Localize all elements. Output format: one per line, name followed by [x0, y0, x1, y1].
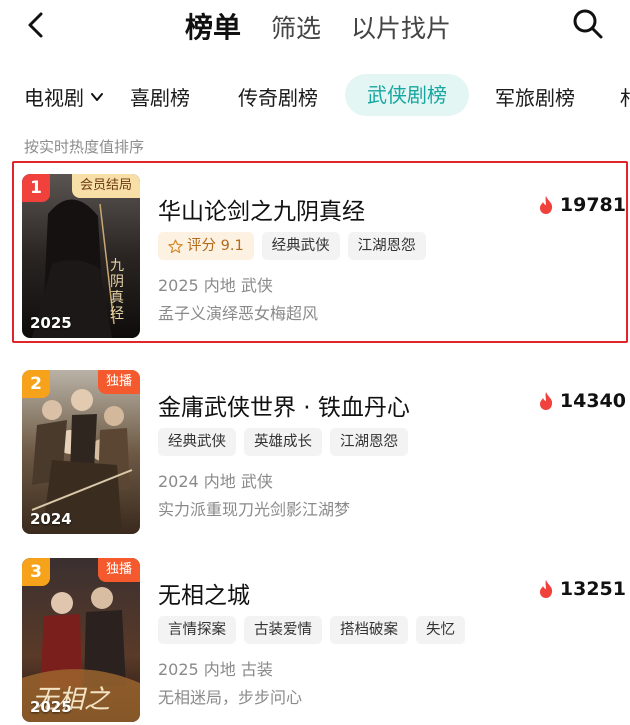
category-bar: 电视剧 喜剧榜 传奇剧榜 武侠剧榜 军旅剧榜 札 — [0, 72, 630, 118]
heat-value: 13251 — [538, 578, 626, 600]
genre-tag[interactable]: 失忆 — [416, 616, 465, 644]
item-meta: 2024 内地 武侠 — [158, 472, 273, 491]
back-button[interactable] — [22, 10, 52, 40]
rank-badge: 2 — [22, 370, 50, 398]
item-description: 实力派重现刀光剑影江湖梦 — [158, 500, 351, 519]
poster-year: 2024 — [30, 510, 72, 528]
category-legend[interactable]: 传奇剧榜 — [238, 82, 318, 111]
item-title[interactable]: 金庸武侠世界 · 铁血丹心 — [158, 388, 410, 422]
poster-year: 2025 — [30, 698, 72, 716]
genre-tag[interactable]: 英雄成长 — [244, 428, 322, 456]
rating-text: 评分 9.1 — [187, 238, 244, 254]
item-description: 孟子义演绎恶女梅超风 — [158, 304, 319, 323]
sort-hint: 按实时热度值排序 — [24, 138, 145, 156]
chevron-down-icon — [91, 92, 103, 101]
heat-value: 14340 — [538, 390, 626, 412]
genre-tag[interactable]: 古装爱情 — [244, 616, 322, 644]
genre-tag[interactable]: 江湖恩怨 — [330, 428, 408, 456]
poster-year: 2025 — [30, 314, 72, 332]
tag-list: 评分 9.1 经典武侠 江湖恩怨 — [158, 232, 434, 260]
chevron-left-icon — [28, 12, 43, 38]
category-dropdown[interactable]: 电视剧 — [24, 82, 104, 111]
poster[interactable]: 2 独播 2024 — [22, 370, 140, 534]
exclusive-badge: 独播 — [97, 370, 140, 394]
top-tabs: 榜单 筛选 以片找片 — [185, 6, 481, 46]
header: 榜单 筛选 以片找片 — [0, 0, 630, 52]
item-title[interactable]: 无相之城 — [158, 576, 250, 610]
item-description: 无相迷局，步步问心 — [158, 688, 303, 707]
category-comedy[interactable]: 喜剧榜 — [130, 82, 190, 111]
tag-list: 经典武侠 英雄成长 江湖恩怨 — [158, 428, 416, 456]
genre-tag[interactable]: 言情探案 — [158, 616, 236, 644]
tag-list: 言情探案 古装爱情 搭档破案 失忆 — [158, 616, 473, 644]
genre-tag[interactable]: 搭档破案 — [330, 616, 408, 644]
poster[interactable]: 九 阴 真 经 1 会员结局 2025 — [22, 174, 140, 338]
item-title[interactable]: 华山论剑之九阴真经 — [158, 192, 365, 226]
category-wuxia[interactable]: 武侠剧榜 — [345, 74, 469, 116]
exclusive-badge: 独播 — [97, 558, 140, 582]
svg-text:九: 九 — [110, 258, 124, 274]
heat-number: 13251 — [559, 578, 626, 600]
svg-text:阴: 阴 — [110, 274, 124, 290]
tab-find-by-film[interactable]: 以片找片 — [351, 9, 451, 45]
heat-value: 19781 — [538, 194, 626, 216]
genre-tag[interactable]: 经典武侠 — [158, 428, 236, 456]
heat-number: 19781 — [559, 194, 626, 216]
flame-icon — [539, 196, 553, 214]
svg-text:真: 真 — [110, 290, 124, 306]
genre-tag[interactable]: 江湖恩怨 — [347, 232, 426, 260]
search-button[interactable] — [572, 8, 604, 40]
rank-badge: 3 — [22, 558, 50, 586]
heat-number: 14340 — [559, 390, 626, 412]
search-icon — [573, 9, 603, 39]
rating-tag: 评分 9.1 — [158, 232, 254, 260]
flame-icon — [539, 580, 553, 598]
rank-badge: 1 — [22, 174, 50, 202]
member-finale-badge: 会员结局 — [71, 174, 140, 198]
category-military[interactable]: 军旅剧榜 — [495, 82, 575, 111]
flame-icon — [539, 392, 553, 410]
tab-filter[interactable]: 筛选 — [271, 9, 321, 45]
poster[interactable]: 无相之 3 独播 2025 — [22, 558, 140, 722]
category-dropdown-label: 电视剧 — [24, 86, 84, 110]
category-next[interactable]: 札 — [620, 82, 630, 111]
item-meta: 2025 内地 古装 — [158, 660, 273, 679]
item-meta: 2025 内地 武侠 — [158, 276, 273, 295]
svg-text:经: 经 — [110, 306, 124, 322]
genre-tag[interactable]: 经典武侠 — [261, 232, 340, 260]
tab-ranking[interactable]: 榜单 — [185, 6, 241, 46]
star-icon — [168, 239, 183, 253]
